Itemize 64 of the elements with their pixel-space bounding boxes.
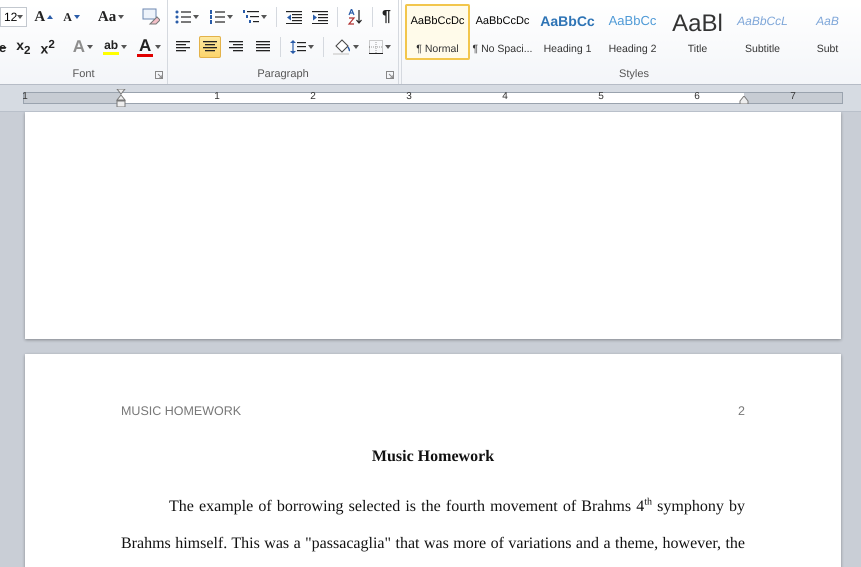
caret-icon: [155, 45, 162, 49]
horizontal-ruler[interactable]: 1 1 2 3 4 5 6 7: [23, 92, 843, 104]
page-header: MUSIC HOMEWORK: [121, 404, 242, 418]
style-gallery-item[interactable]: AaBl Title: [665, 4, 730, 60]
subscript-button[interactable]: x$_{2}$: [13, 36, 34, 58]
sort-icon: [347, 9, 363, 25]
indent-icon: [312, 10, 328, 24]
group-label: Paragraph: [256, 67, 310, 82]
right-indent-marker-icon: [739, 96, 749, 104]
paint-bucket-icon: [332, 39, 351, 55]
style-gallery-item[interactable]: AaBbCc Heading 1: [535, 4, 600, 60]
borders-icon: [368, 40, 383, 54]
eraser-icon: [142, 8, 160, 26]
document-title: Music Homework: [370, 448, 496, 466]
indent-marker-icon: [116, 89, 126, 107]
dialog-launcher-icon[interactable]: [155, 71, 163, 79]
align-right-icon: [229, 41, 244, 53]
font-color-button[interactable]: A: [134, 36, 164, 58]
page-number: 2: [738, 404, 745, 418]
shrink-font-button[interactable]: A: [60, 6, 83, 28]
grow-font-button[interactable]: A: [31, 6, 56, 28]
caret-icon: [261, 15, 267, 19]
dialog-launcher-icon[interactable]: [386, 71, 394, 79]
ruler-number: 1: [214, 91, 220, 102]
ruler-number: 6: [694, 91, 700, 102]
ruler-number: 7: [790, 91, 796, 102]
align-justify-icon: [256, 41, 270, 53]
group-label: Font: [71, 67, 96, 82]
align-left-icon: [176, 41, 190, 53]
caret-icon: [352, 45, 359, 49]
ruler-number: 2: [310, 91, 316, 102]
change-case-button[interactable]: Aa: [94, 6, 128, 28]
align-center-button[interactable]: [198, 36, 222, 58]
style-gallery-item[interactable]: AaBbCcDc ¶ No Spaci...: [470, 4, 535, 60]
caret-icon: [121, 45, 128, 49]
font-size-field[interactable]: 12: [0, 7, 28, 27]
body-paragraph: The example of borrowing selected is the fourth movement of Brahms 4$^{th}$ symphony by Brahms himself. This was a "passacaglia" that was more of variations and a theme, however, the: [121, 496, 745, 554]
style-gallery-item[interactable]: AaBbCcDc ¶ Normal: [405, 4, 470, 60]
caret-icon: [87, 45, 94, 49]
caret-icon: [308, 45, 314, 49]
style-gallery-item[interactable]: AaBbCc Heading 2: [600, 4, 665, 60]
group-label: Styles: [618, 67, 650, 82]
ruler-number: 1: [22, 91, 28, 102]
down-triangle-icon: [74, 15, 80, 19]
bullet-list-icon: [175, 10, 191, 24]
outdent-icon: [286, 10, 302, 24]
style-gallery-item[interactable]: AaB Subt: [795, 4, 860, 60]
numbered-list-icon: [209, 10, 225, 24]
line-spacing-icon: [290, 40, 306, 54]
ruler-number: 5: [598, 91, 604, 102]
ruler-number: 4: [502, 91, 508, 102]
highlight-button[interactable]: ab: [100, 36, 130, 58]
caret-icon: [17, 15, 24, 19]
caret-icon: [118, 15, 124, 19]
multilevel-list-icon: [243, 10, 259, 24]
caret-icon: [227, 15, 233, 19]
caret-icon: [384, 45, 391, 49]
align-center-icon: [202, 41, 217, 53]
style-gallery-item[interactable]: AaBbCcL Subtitle: [730, 4, 795, 60]
up-triangle-icon: [47, 15, 54, 19]
ruler-number: 3: [406, 91, 412, 102]
superscript-button[interactable]: x$^{2}$: [38, 36, 58, 58]
show-marks-button[interactable]: ¶: [379, 6, 394, 28]
caret-icon: [193, 15, 199, 19]
